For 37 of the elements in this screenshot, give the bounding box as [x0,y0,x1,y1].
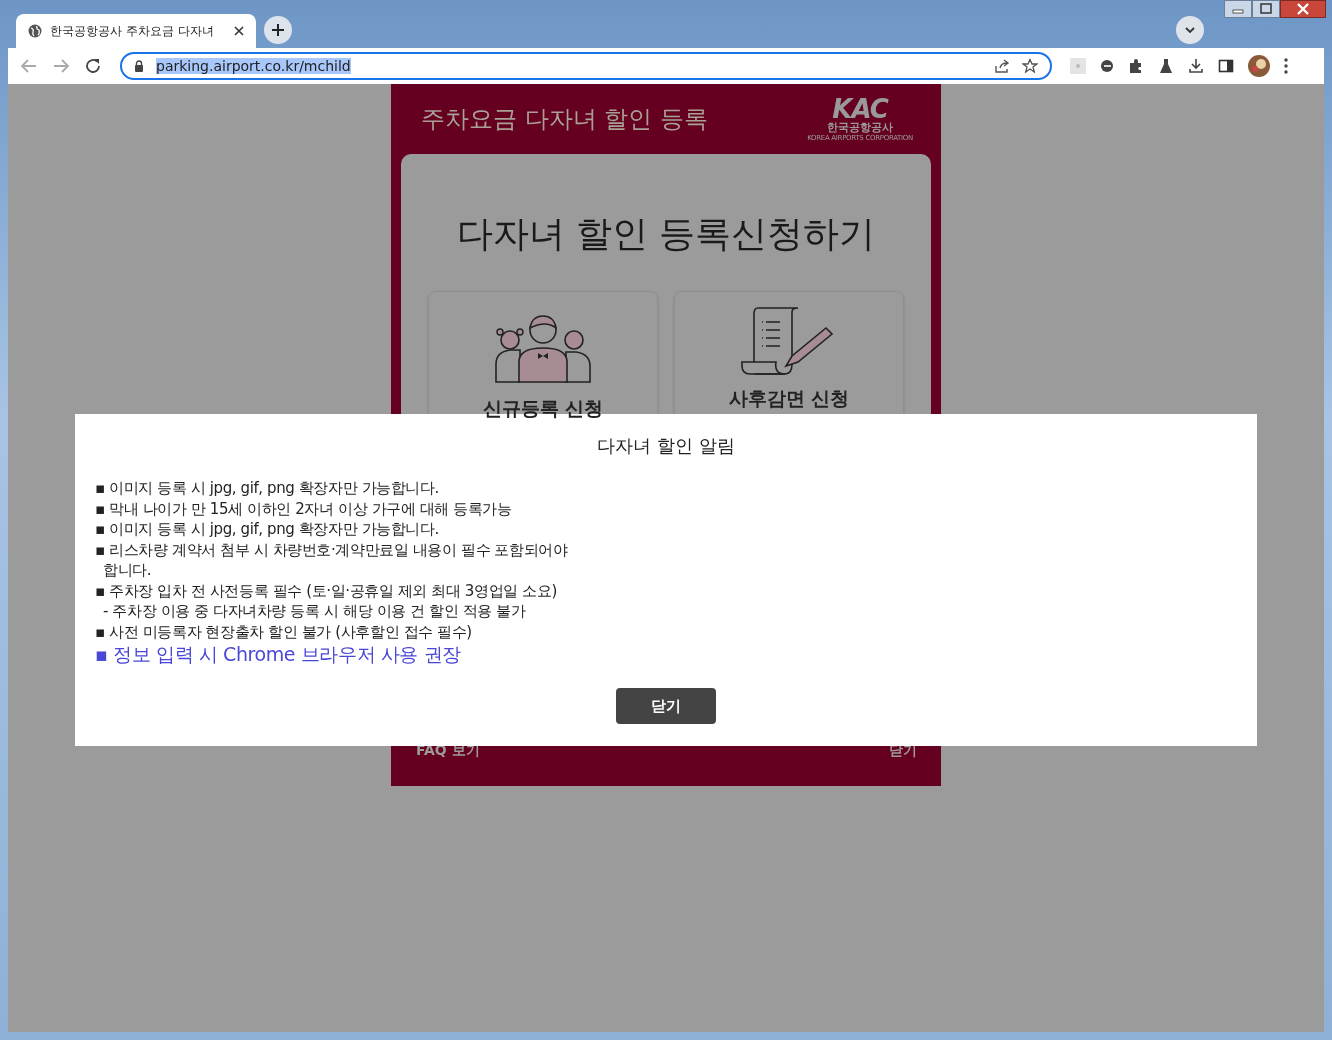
close-window-icon[interactable] [1280,0,1326,18]
logo-mark: KAC [832,96,888,122]
notice-text: ▪ 이미지 등록 시 jpg, gif, png 확장자만 가능합니다. [95,519,440,540]
notice-text: 합니다. [102,560,153,581]
side-panel-icon[interactable] [1218,58,1234,74]
minimize-icon[interactable] [1224,0,1252,18]
avatar-icon[interactable] [1248,55,1270,77]
reload-icon[interactable] [84,57,102,75]
notice-text: ▪ 주차장 입차 전 사전등록 필수 (토·일·공휴일 제외 최대 3영업일 소요) [95,580,558,601]
notice-text: - 주차장 이용 중 다자녀차량 등록 시 해당 이용 건 할인 적용 불가 [102,601,527,622]
new-tab-icon[interactable] [264,16,292,44]
lock-icon [134,60,144,72]
share-icon[interactable] [994,58,1010,74]
globe-icon [28,24,42,38]
star-icon[interactable] [1022,58,1038,74]
url-text: parking.airport.co.kr/mchild [156,58,351,74]
menu-icon[interactable] [1284,58,1288,74]
notice-text: ▪ 이미지 등록 시 jpg, gif, png 확장자만 가능합니다. [95,478,440,499]
puzzle-icon[interactable] [1128,58,1144,74]
notice-text: ▪ 사전 미등록자 현장출차 할인 불가 (사후할인 접수 필수) [95,621,473,642]
extension-icon[interactable] [1100,59,1114,73]
logo-name: 한국공항공사 [827,122,894,133]
page-heading: 다자녀 할인 등록신청하기 [456,212,876,256]
notice-text: ▪ 정보 입력 시 Chrome 브라우저 사용 권장 [95,642,462,666]
dropdown-icon[interactable] [1176,16,1204,44]
notice-text: ▪ 리스차량 계약서 첨부 시 차량번호·계약만료일 내용이 필수 포함되어야 [95,539,569,560]
browser-tab[interactable]: 한국공항공사 주차요금 다자녀 [16,14,256,48]
notice-text: ▪ 막내 나이가 만 15세 이하인 2자녀 이상 가구에 대해 등록가능 [95,498,513,519]
maximize-icon[interactable] [1252,0,1280,18]
close-icon[interactable] [234,26,244,36]
page-title: 주차요금 다자녀 할인 등록 [421,104,708,135]
option-label: 사후감면 신청 [728,386,850,411]
flask-icon[interactable] [1158,58,1174,74]
address-bar[interactable]: parking.airport.co.kr/mchild [120,52,1052,80]
download-icon[interactable] [1188,58,1204,74]
close-button[interactable]: 닫기 [616,688,716,724]
option-label: 신규등록 신청 [482,396,604,421]
